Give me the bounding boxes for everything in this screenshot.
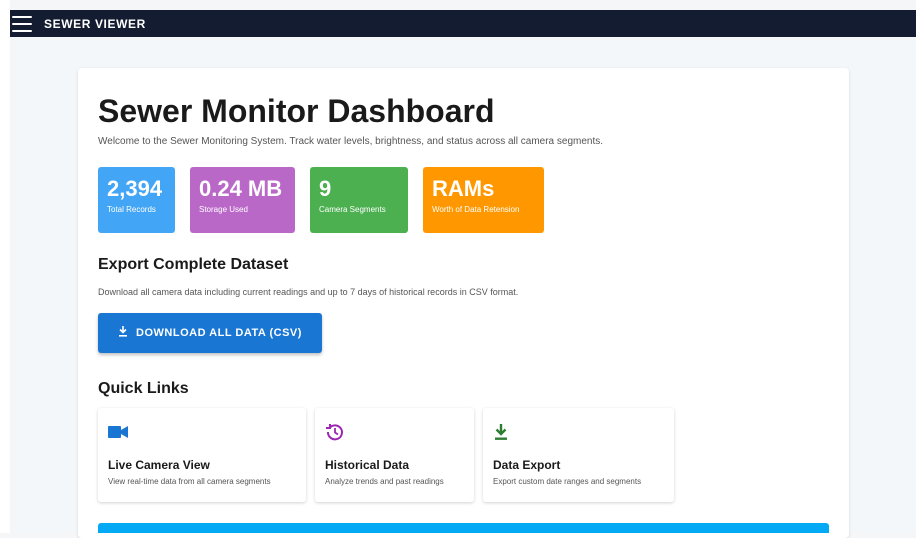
download-all-label: DOWNLOAD ALL DATA (CSV) (136, 327, 302, 339)
quick-link-title: Live Camera View (108, 458, 210, 472)
stat-label: Storage Used (199, 205, 248, 214)
stat-camera-segments: 9 Camera Segments (310, 167, 408, 233)
app-brand: SEWER VIEWER (44, 16, 146, 31)
quick-links: Live Camera View View real-time data fro… (98, 408, 829, 502)
stat-label: Camera Segments (319, 205, 386, 214)
stat-value: 2,394 (107, 176, 163, 201)
stats-row: 2,394 Total Records 0.24 MB Storage Used… (98, 167, 829, 233)
stat-storage-used: 0.24 MB Storage Used (190, 167, 295, 233)
quick-link-data-export[interactable]: Data Export Export custom date ranges an… (483, 408, 674, 502)
history-icon (325, 420, 464, 444)
app-bar: SEWER VIEWER (10, 10, 916, 37)
quick-link-historical-data[interactable]: Historical Data Analyze trends and past … (315, 408, 474, 502)
stat-total-records: 2,394 Total Records (98, 167, 175, 233)
window-edge (0, 0, 10, 533)
quick-links-title: Quick Links (98, 380, 189, 397)
download-icon (118, 326, 128, 340)
stat-label: Worth of Data Retension (432, 205, 520, 214)
quick-link-description: Export custom date ranges and segments (493, 477, 642, 486)
quick-link-title: Historical Data (325, 458, 410, 472)
page-title: Sewer Monitor Dashboard (98, 93, 495, 129)
bottom-banner (98, 523, 829, 533)
quick-link-description: View real-time data from all camera segm… (108, 477, 271, 486)
menu-icon[interactable] (10, 14, 34, 34)
dashboard-card: Sewer Monitor Dashboard Welcome to the S… (78, 68, 849, 538)
stat-value: RAMs (432, 176, 495, 201)
quick-link-live-camera[interactable]: Live Camera View View real-time data fro… (98, 408, 306, 502)
video-camera-icon (108, 420, 296, 444)
stat-value: 0.24 MB (199, 176, 283, 201)
stat-data-retention: RAMs Worth of Data Retension (423, 167, 544, 233)
stat-label: Total Records (107, 205, 156, 214)
quick-link-title: Data Export (493, 458, 561, 472)
export-description: Download all camera data including curre… (98, 287, 519, 297)
welcome-text: Welcome to the Sewer Monitoring System. … (98, 136, 604, 147)
quick-link-description: Analyze trends and past readings (325, 477, 444, 486)
stat-value: 9 (319, 176, 332, 201)
export-section-title: Export Complete Dataset (98, 256, 289, 273)
download-all-button[interactable]: DOWNLOAD ALL DATA (CSV) (98, 313, 322, 353)
download-icon (493, 420, 664, 444)
